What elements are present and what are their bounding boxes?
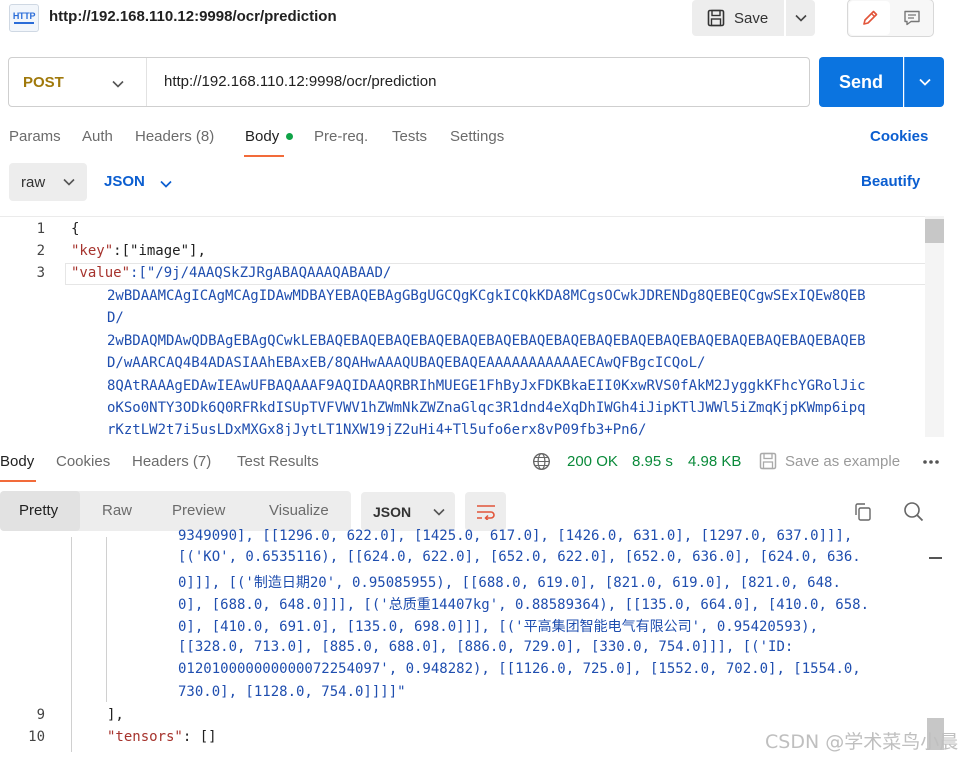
cookies-link[interactable]: Cookies [870,128,928,145]
response-code-line: "tensors": [] [107,729,217,745]
response-tab-cookies[interactable]: Cookies [56,453,110,470]
request-editor-scrollbar[interactable] [925,216,944,438]
code-line: "value":["/9j/4AAQSkZJRgABAQAAAQABAAD/ [71,265,391,281]
json-value: :["image"], [113,243,206,259]
save-options-button[interactable] [786,0,815,36]
chevron-down-icon[interactable] [112,75,124,91]
globe-icon[interactable] [532,452,551,474]
line-number: 1 [36,221,45,237]
active-tab-underline [0,480,36,482]
save-icon [707,9,725,27]
body-mode-value: raw [21,173,46,191]
response-code-line: 012010000000000072254097', 0.948282), [[… [178,661,861,677]
response-code-line: 0], [688.0, 648.0]]], [('总质重14407kg', 0.… [178,597,870,613]
response-code-line: ], [107,707,124,723]
code-wrapped-line: rKztLW2t7i5usLDxMXGx8jJytLT1NXW19jZ2uHi4… [107,422,647,436]
copy-icon[interactable] [853,502,873,525]
more-options-icon[interactable] [922,452,940,469]
wrap-lines-icon [476,504,495,520]
body-language-select[interactable]: JSON [104,173,145,190]
code-line: "key":["image"], [71,243,206,259]
http-request-icon: HTTP [9,4,39,32]
tab-params[interactable]: Params [9,128,61,145]
tab-headers[interactable]: Headers (8) [135,128,214,145]
scroll-position-marker [929,557,942,559]
body-mode-select[interactable]: raw [9,163,87,201]
response-tab-body[interactable]: Body [0,453,34,470]
tab-auth[interactable]: Auth [82,128,113,145]
http-icon-label: HTTP [12,11,36,21]
chevron-down-icon [918,78,931,86]
code-wrapped-line: oKSo0NTY3ODk6Q0RFRkdISUpTVFVWV1hZWmNkZWZ… [107,400,866,416]
send-button[interactable]: Send [819,57,903,107]
line-number: 2 [36,243,45,259]
tab-settings[interactable]: Settings [450,128,504,145]
tab-tests[interactable]: Tests [392,128,427,145]
format-preview-tab[interactable]: Preview [172,502,225,519]
response-time[interactable]: 8.95 s [632,453,673,470]
code-wrapped-line: 2wBDAAMCAgICAgMCAgIDAwMDBAYEBAQEBAgGBgUG… [107,288,866,304]
chevron-down-icon[interactable] [160,175,172,191]
response-language-select[interactable]: JSON [361,492,455,531]
watermark: CSDN @学术菜鸟小晨 [765,731,959,753]
code-line: { [71,221,80,237]
divider [146,58,147,106]
body-modified-indicator [286,133,293,140]
status-code[interactable]: 200 OK [567,453,618,470]
comments-mode-button[interactable] [893,1,931,35]
indent-guide [71,537,72,752]
line-number: 9 [36,707,45,723]
response-size[interactable]: 4.98 KB [688,453,741,470]
indent-guide [106,537,107,702]
request-title[interactable]: http://192.168.110.12:9998/ocr/predictio… [49,8,337,25]
search-icon[interactable] [903,501,924,525]
format-pretty-tab[interactable]: Pretty [19,502,58,519]
wrap-lines-button[interactable] [465,492,506,531]
format-raw-tab[interactable]: Raw [102,502,132,519]
active-tab-underline [244,155,284,157]
code-wrapped-line: 8QAtRAAAgEDAwIEAwUFBAQAAAF9AQIDAAQRBRIhM… [107,378,866,394]
response-code-line: 0], [410.0, 691.0], [135.0, 698.0]]], [(… [178,619,819,635]
response-tab-test-results[interactable]: Test Results [237,453,319,470]
edit-mode-button[interactable] [849,1,890,35]
response-code-line: [('KO', 0.6535116), [[624.0, 622.0], [65… [178,549,861,565]
beautify-button[interactable]: Beautify [861,173,920,190]
json-key: "tensors" [107,729,183,745]
url-input[interactable]: http://192.168.110.12:9998/ocr/predictio… [164,73,436,90]
pencil-icon [862,10,877,25]
response-language-value: JSON [373,503,412,520]
response-code-line: [[328.0, 713.0], [885.0, 688.0], [886.0,… [178,639,794,655]
code-wrapped-line: D/ [107,310,124,326]
json-key: "value" [71,265,131,281]
save-as-example-button[interactable]: Save as example [785,453,900,470]
response-code-line: 9349090], [[1296.0, 622.0], [1425.0, 617… [178,528,853,542]
tab-body[interactable]: Body [245,128,279,145]
response-tab-headers[interactable]: Headers (7) [132,453,211,470]
json-key: "key" [71,243,114,259]
line-number: 3 [36,265,45,281]
code-wrapped-line: 2wBDAQMDAwQDBAgEBAgQCwkLEBAQEBAQEBAQEBAQ… [107,333,866,349]
save-label: Save [734,9,769,27]
code-wrapped-line: D/wAARCAQ4B4ADASIAAhEBAxEB/8QAHwAAAQUBAQ… [107,355,706,371]
scrollbar-thumb[interactable] [925,219,944,243]
format-visualize-tab[interactable]: Visualize [269,502,329,519]
send-options-button[interactable] [904,57,944,107]
chevron-down-icon [63,178,75,186]
save-icon [759,452,777,473]
pane-divider[interactable] [0,437,944,443]
chevron-down-icon [433,508,445,516]
save-button[interactable]: Save [692,0,784,36]
response-code-line: 0]]], [('制造日期20', 0.95085955), [[688.0, … [178,575,841,591]
line-number: 10 [28,729,45,745]
http-method-select[interactable]: POST [23,74,64,91]
response-code-line: 730.0], [1128.0, 754.0]]]]" [178,684,406,700]
json-value: : [] [182,729,217,745]
json-value: :["/9j/4AAQSkZJRgABAQAAAQABAAD/ [130,265,392,281]
chevron-down-icon [794,14,807,22]
comment-icon [904,10,920,26]
tab-pre-request[interactable]: Pre-req. [314,128,368,145]
